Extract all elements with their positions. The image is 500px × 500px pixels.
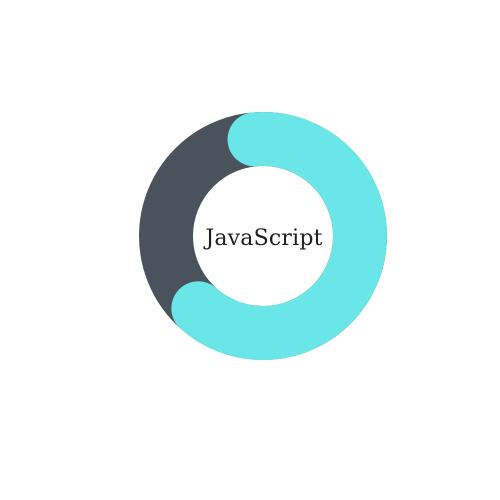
donut-chart: JavaScript (0, 0, 500, 500)
chart-center-label: JavaScript (205, 226, 323, 251)
